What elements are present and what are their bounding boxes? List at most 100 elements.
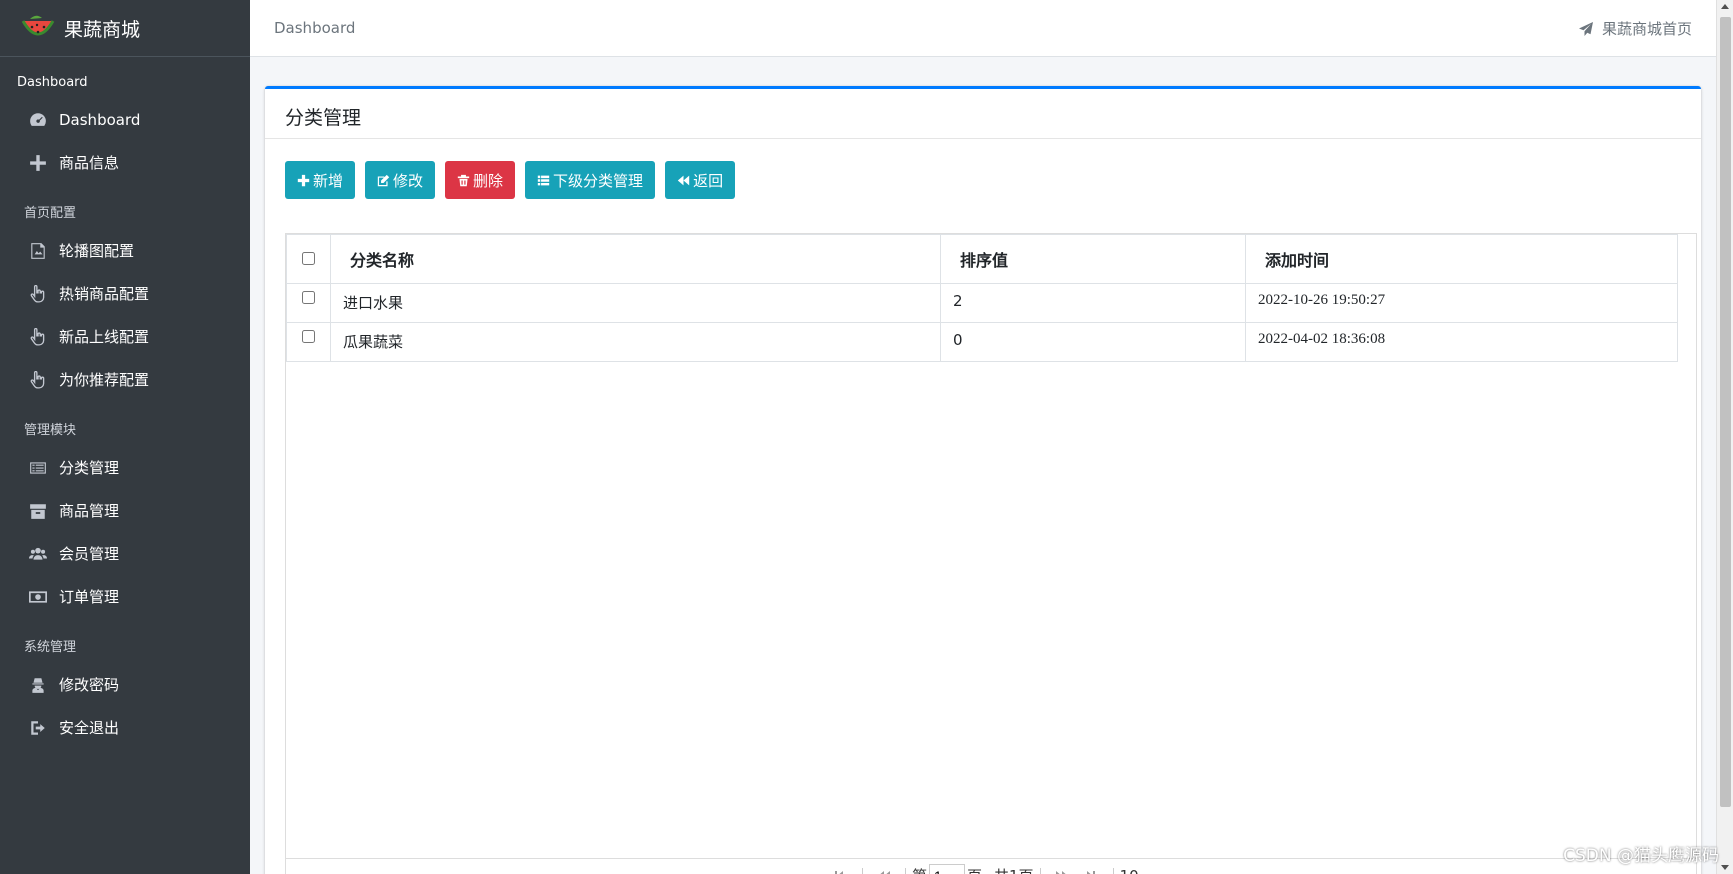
nav-header-management: 管理模块 <box>24 423 77 438</box>
sidebar-item-label: 分类管理 <box>59 459 120 477</box>
pager: 第 页 共1页 10 ⌄ <box>286 858 1696 874</box>
sidebar-item-label: 商品管理 <box>59 502 120 520</box>
sign-out-icon <box>27 719 49 737</box>
created-time-cell: 2022-10-26 19:50:27 <box>1245 283 1678 323</box>
sidebar-item-goods[interactable]: 商品管理 <box>0 489 250 532</box>
scroll-down-arrow[interactable] <box>1721 865 1729 870</box>
sidebar: 果蔬商城 Dashboard Dashboard 商品信息 首页配置 轮播图配置… <box>0 0 250 874</box>
select-all-checkbox[interactable] <box>302 251 315 265</box>
select-all-cell <box>286 234 331 284</box>
scroll-thumb[interactable] <box>1720 17 1731 807</box>
sub-category-label: 下级分类管理 <box>553 171 644 190</box>
page-title: 分类管理 <box>265 89 1701 139</box>
sidebar-item-label: 安全退出 <box>59 719 120 737</box>
first-page-icon[interactable] <box>834 870 848 874</box>
page-size-select[interactable]: 10 ⌄ <box>1120 867 1156 874</box>
sidebar-item-logout[interactable]: 安全退出 <box>0 706 250 749</box>
rank-cell: 2 <box>940 283 1246 323</box>
home-link[interactable]: 果蔬商城首页 <box>1578 18 1692 39</box>
nav-header-home-config: 首页配置 <box>24 206 77 221</box>
table-row[interactable]: 进口水果 2 2022-10-26 19:50:27 <box>286 283 1678 323</box>
list-alt-icon <box>27 459 49 477</box>
chevron-down-icon: ⌄ <box>1143 867 1156 874</box>
scroll-up-arrow[interactable] <box>1721 4 1729 9</box>
category-table: 分类名称 排序值 添加时间 进口水果 2 2022-10-26 19:50:27… <box>286 234 1678 362</box>
back-label: 返回 <box>693 171 724 190</box>
watermelon-logo <box>21 15 55 36</box>
sidebar-item-members[interactable]: 会员管理 <box>0 532 250 575</box>
next-page-icon[interactable] <box>1055 870 1069 874</box>
list-icon <box>537 175 550 185</box>
sidebar-item-label: 热销商品配置 <box>59 285 150 303</box>
table-row[interactable]: 瓜果蔬菜 0 2022-04-02 18:36:08 <box>286 322 1678 362</box>
image-icon <box>27 242 49 260</box>
backward-icon <box>677 175 690 185</box>
hand-pointer-icon <box>27 370 49 389</box>
user-secret-icon <box>27 676 49 694</box>
rank-cell: 0 <box>940 322 1246 362</box>
row-checkbox[interactable] <box>302 330 315 343</box>
pager-divider <box>1039 867 1041 874</box>
brand[interactable]: 果蔬商城 <box>0 0 250 57</box>
sidebar-item-label: 商品信息 <box>59 154 120 172</box>
breadcrumb[interactable]: Dashboard <box>274 19 355 37</box>
category-name-cell: 进口水果 <box>330 283 941 323</box>
edit-button[interactable]: 修改 <box>365 161 436 199</box>
back-button[interactable]: 返回 <box>665 161 736 199</box>
vertical-scrollbar[interactable] <box>1716 0 1733 874</box>
page-total: 共1页 <box>994 865 1034 874</box>
toolbar: 新增 修改 删除 下级分类管理 返回 <box>285 161 745 199</box>
prev-page-icon[interactable] <box>877 870 891 874</box>
sidebar-item-label: 修改密码 <box>59 676 120 694</box>
row-select-cell <box>286 283 331 323</box>
pager-divider <box>904 867 906 874</box>
sidebar-item-recommend-config[interactable]: 为你推荐配置 <box>0 358 250 401</box>
sidebar-item-label: Dashboard <box>59 110 141 129</box>
sidebar-item-change-password[interactable]: 修改密码 <box>0 663 250 706</box>
table-header-row: 分类名称 排序值 添加时间 <box>286 234 1678 284</box>
category-grid: 分类名称 排序值 添加时间 进口水果 2 2022-10-26 19:50:27… <box>285 233 1697 874</box>
edit-icon <box>377 174 390 186</box>
sidebar-item-product-info[interactable]: 商品信息 <box>0 141 250 184</box>
sidebar-item-label: 订单管理 <box>59 588 120 606</box>
sidebar-item-label: 新品上线配置 <box>59 328 150 346</box>
pager-divider <box>1112 867 1114 874</box>
sidebar-item-label: 会员管理 <box>59 545 120 563</box>
home-link-label: 果蔬商城首页 <box>1601 20 1692 38</box>
nav-header-system: 系统管理 <box>24 640 77 655</box>
plus-icon <box>27 154 49 172</box>
page-size-value: 10 <box>1120 867 1139 874</box>
row-checkbox[interactable] <box>302 291 315 304</box>
last-page-icon[interactable] <box>1085 870 1099 874</box>
brand-name: 果蔬商城 <box>64 18 141 41</box>
sidebar-item-hot-config[interactable]: 热销商品配置 <box>0 272 250 315</box>
column-header-name[interactable]: 分类名称 <box>330 234 941 284</box>
add-button[interactable]: 新增 <box>285 161 356 199</box>
topbar: Dashboard 果蔬商城首页 <box>250 0 1716 57</box>
watermark: CSDN @猫头鹰源码 <box>1563 846 1719 866</box>
nav-header-dashboard: Dashboard <box>17 75 88 90</box>
sidebar-item-label: 轮播图配置 <box>59 242 135 260</box>
column-header-rank[interactable]: 排序值 <box>940 234 1246 284</box>
trash-icon <box>457 174 470 186</box>
sidebar-item-carousel-config[interactable]: 轮播图配置 <box>0 229 250 272</box>
sub-category-button[interactable]: 下级分类管理 <box>525 161 656 199</box>
sidebar-item-new-config[interactable]: 新品上线配置 <box>0 315 250 358</box>
row-select-cell <box>286 322 331 362</box>
delete-button[interactable]: 删除 <box>445 161 516 199</box>
sidebar-item-orders[interactable]: 订单管理 <box>0 575 250 618</box>
hand-pointer-icon <box>27 284 49 303</box>
add-label: 新增 <box>313 171 344 190</box>
category-name-cell: 瓜果蔬菜 <box>330 322 941 362</box>
users-icon <box>27 545 49 563</box>
archive-icon <box>27 502 49 520</box>
column-header-time[interactable]: 添加时间 <box>1245 234 1678 284</box>
delete-label: 删除 <box>473 171 504 190</box>
page-suffix: 页 <box>967 865 982 874</box>
page-number-input[interactable] <box>929 863 965 874</box>
sidebar-item-dashboard[interactable]: Dashboard <box>0 98 250 141</box>
pager-divider <box>861 867 863 874</box>
page-prefix: 第 <box>912 865 927 874</box>
sidebar-item-category[interactable]: 分类管理 <box>0 446 250 489</box>
category-card: 分类管理 新增 修改 删除 下级分类管理 返回 分类名称 排序值 添加时间 进口… <box>265 86 1701 874</box>
